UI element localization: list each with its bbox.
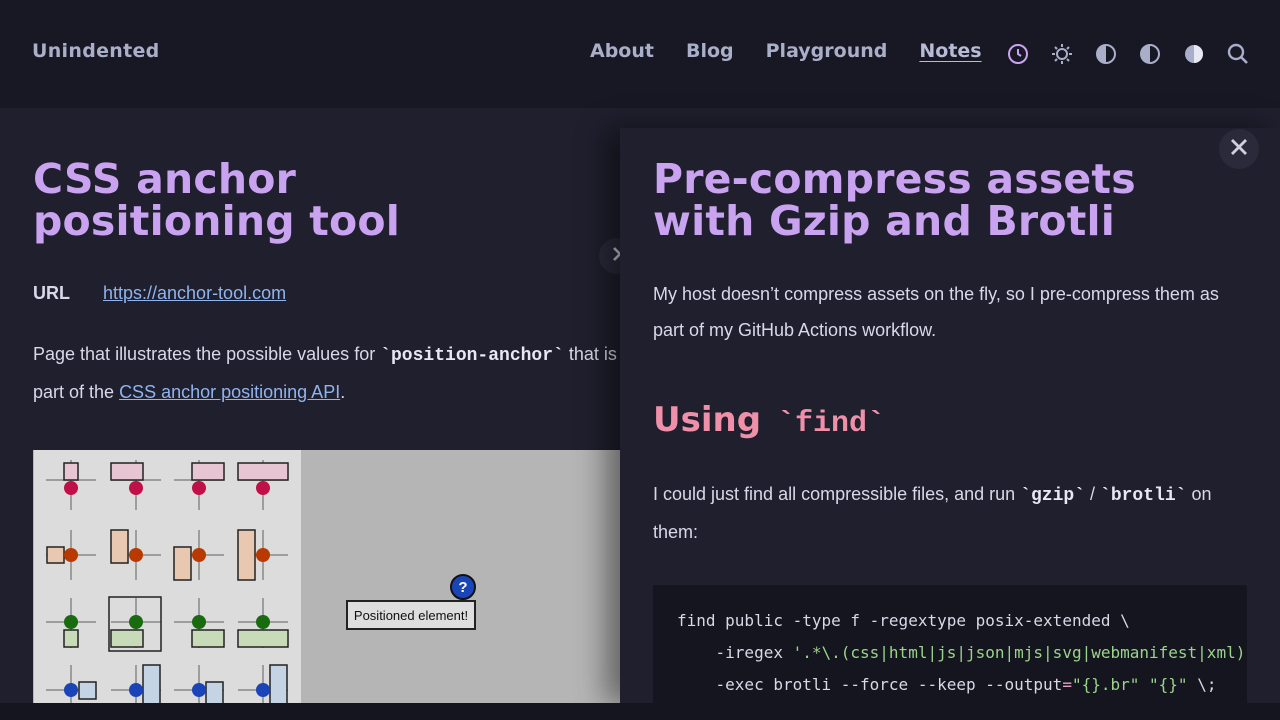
heading-code: `find`	[777, 407, 886, 441]
section-heading: Using `find`	[653, 400, 885, 441]
text: I could just find all compressible files…	[653, 484, 1021, 504]
search-icon[interactable]	[1226, 42, 1250, 66]
inline-code-gzip: `gzip`	[1020, 486, 1085, 506]
positioned-element-box: Positioned element!	[346, 600, 476, 630]
code-token: -exec brotli --force --keep --output	[677, 675, 1063, 694]
half-circle-icon[interactable]	[1182, 42, 1206, 66]
code-line: -exec brotli --force --keep --output="{}…	[677, 669, 1247, 701]
url-label: URL	[33, 283, 70, 303]
note-title: Pre-compress assets with Gzip and Brotli	[653, 155, 1136, 245]
anchor-grid-illustration	[34, 450, 301, 704]
code-token: \;	[1187, 675, 1217, 694]
note-pane-right: Pre-compress assets with Gzip and Brotli…	[620, 128, 1280, 704]
url-row: URL https://anchor-tool.com	[33, 283, 286, 304]
half-circle-icon[interactable]	[1094, 42, 1118, 66]
code-string: "{}"	[1149, 675, 1188, 694]
close-icon	[1229, 137, 1249, 162]
nav-playground[interactable]: Playground	[766, 40, 888, 62]
section-paragraph: I could just find all compressible files…	[653, 476, 1253, 550]
close-pane-button[interactable]	[1219, 129, 1259, 169]
nav-about[interactable]: About	[590, 40, 654, 62]
note-pane-left: CSS anchor positioning tool URL https://…	[0, 108, 620, 704]
api-link[interactable]: CSS anchor positioning API	[119, 382, 340, 402]
text: Page that illustrates the possible value…	[33, 344, 381, 364]
question-badge: ?	[450, 574, 476, 600]
code-operator: =	[1062, 675, 1072, 694]
bottom-edge	[0, 703, 1280, 720]
site-header: Unindented About Blog Playground Notes	[0, 0, 1280, 108]
code-string: "{}.br"	[1071, 675, 1140, 694]
note-title: CSS anchor positioning tool	[33, 155, 401, 245]
note-description: Page that illustrates the possible value…	[33, 336, 618, 410]
code-line: -iregex '.*\.(css|html|js|json|mjs|svg|w…	[677, 637, 1247, 669]
sun-icon[interactable]	[1050, 42, 1074, 66]
note-intro: My host doesn’t compress assets on the f…	[653, 284, 1219, 340]
theme-toolbar	[1006, 42, 1206, 66]
clock-icon[interactable]	[1006, 42, 1030, 66]
text: /	[1085, 484, 1101, 504]
nav-notes[interactable]: Notes	[919, 40, 981, 62]
expand-pane-button[interactable]	[599, 238, 620, 274]
code-string: '.*\.(css|html|js|json|mjs|svg|webmanife…	[792, 643, 1247, 662]
heading-text: Using	[653, 400, 762, 440]
inline-code-brotli: `brotli`	[1100, 486, 1187, 506]
code-line: find public -type f -regextype posix-ext…	[677, 611, 1130, 630]
anchor-tool-screenshot: Positioned element! ?	[33, 450, 620, 704]
code-block[interactable]: find public -type f -regextype posix-ext…	[653, 585, 1247, 704]
text: .	[340, 382, 346, 402]
chevron-right-icon	[608, 245, 620, 268]
url-link[interactable]: https://anchor-tool.com	[103, 283, 286, 304]
nav-blog[interactable]: Blog	[686, 40, 734, 62]
inline-code: `position-anchor`	[380, 346, 564, 366]
code-token: -iregex	[677, 643, 793, 662]
main-nav: About Blog Playground Notes	[590, 40, 982, 62]
half-circle-icon[interactable]	[1138, 42, 1162, 66]
site-title[interactable]: Unindented	[32, 40, 160, 62]
